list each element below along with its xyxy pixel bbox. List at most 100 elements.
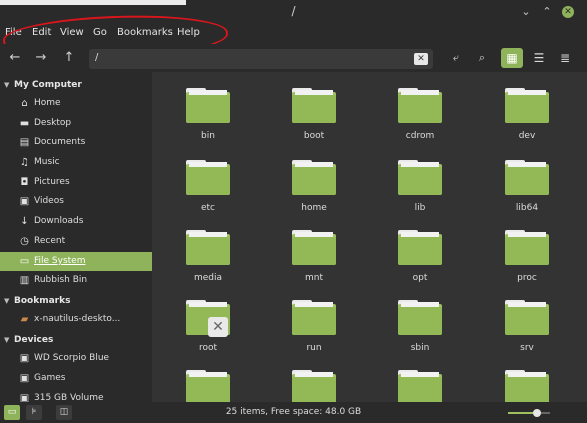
folder-item[interactable]: lib64 (497, 148, 557, 213)
folder-name: boot (303, 131, 325, 141)
folder-icon (505, 300, 549, 335)
folder-icon (186, 230, 230, 265)
sidebar-item-label: Music (34, 157, 60, 167)
window-title: / (291, 4, 296, 18)
trash-icon: ▥ (19, 275, 30, 286)
icon-view-icon[interactable]: ▦ (501, 48, 523, 68)
minimize-icon[interactable]: ⌄ (520, 6, 532, 18)
folder-item[interactable]: cdrom (390, 76, 450, 141)
folder-icon (292, 370, 336, 402)
folder-item[interactable] (284, 358, 344, 402)
section-my-computer[interactable]: ▼ My Computer (4, 80, 82, 90)
folder-item[interactable]: run (284, 288, 344, 353)
close-badge-icon[interactable]: ✕ (208, 317, 228, 337)
folder-name: bin (201, 131, 215, 141)
file-system-icon: ▭ (19, 256, 30, 267)
folder-name: dev (518, 131, 536, 141)
sidebar-item-music[interactable]: ♫ Music (0, 153, 152, 172)
sidebar-item-label: WD Scorpio Blue (34, 353, 110, 363)
folder-item[interactable] (390, 358, 450, 402)
sidebar-item-videos[interactable]: ▣ Videos (0, 192, 152, 211)
folder-icon-flap (505, 167, 549, 195)
folder-icon (186, 160, 230, 195)
folder-icon-flap (398, 95, 442, 123)
videos-icon: ▣ (19, 196, 30, 207)
section-bookmarks[interactable]: ▼ Bookmarks (4, 296, 70, 306)
sidebar-item-wd-scorpio-blue[interactable]: ▣ WD Scorpio Blue (0, 349, 152, 368)
folder-name: run (306, 343, 322, 353)
sidebar-item-file-system[interactable]: ▭ File System (0, 252, 152, 271)
home-icon: ⌂ (21, 98, 28, 109)
compact-view-icon[interactable]: ≣ (554, 48, 576, 68)
folder-icon-flap (292, 95, 336, 123)
folder-item[interactable]: proc (497, 218, 557, 283)
folder-item[interactable]: boot (284, 76, 344, 141)
forward-icon[interactable]: → (32, 50, 50, 66)
folder-name: srv (520, 343, 534, 353)
zoom-slider[interactable] (508, 409, 550, 417)
folder-icon (292, 88, 336, 123)
maximize-icon[interactable]: ⌃ (541, 6, 553, 18)
expand-arrow-icon: ▼ (4, 336, 10, 344)
folder-icon (505, 230, 549, 265)
up-icon[interactable]: ↑ (60, 50, 78, 66)
location-bar[interactable]: / ✕ (89, 49, 433, 69)
recent-icon: ◷ (20, 236, 29, 247)
sidebar-item-rubbish-bin[interactable]: ▥ Rubbish Bin (0, 271, 152, 290)
desktop-icon: ▬ (19, 118, 30, 129)
folder-icon-flap (505, 377, 549, 402)
sidebar-item-home[interactable]: ⌂ Home (0, 94, 152, 113)
clear-icon[interactable]: ✕ (414, 53, 428, 65)
status-text: 25 items, Free space: 48.0 GB (225, 407, 362, 417)
pictures-icon: ◘ (20, 177, 29, 188)
folder-icon-flap (505, 307, 549, 335)
sidebar-item-desktop[interactable]: ▬ Desktop (0, 114, 152, 133)
folder-item[interactable] (497, 358, 557, 402)
back-icon[interactable]: ← (6, 50, 24, 66)
folder-name: sbin (410, 343, 430, 353)
sidebar-item-315gb-volume[interactable]: ▣ 315 GB Volume (0, 389, 152, 402)
sidebar-item-games[interactable]: ▣ Games (0, 369, 152, 388)
folder-icon-flap (505, 95, 549, 123)
section-devices[interactable]: ▼ Devices (4, 335, 53, 345)
folder-icon-flap (292, 167, 336, 195)
folder-icon (292, 230, 336, 265)
folder-icon-flap (186, 167, 230, 195)
folder-icon (292, 160, 336, 195)
sidebar-item-label: File System (34, 256, 86, 266)
expand-arrow-icon: ▼ (4, 81, 10, 89)
folder-icon (505, 88, 549, 123)
folder-name: root (198, 343, 218, 353)
folder-item[interactable]: dev (497, 76, 557, 141)
drive-icon: ▣ (19, 393, 30, 402)
close-icon[interactable]: ✕ (562, 6, 574, 18)
search-icon[interactable]: ⌕ (473, 50, 491, 66)
folder-icon-flap (292, 307, 336, 335)
toggle-location-icon[interactable]: ⤶ (447, 50, 465, 66)
folder-item[interactable]: sbin (390, 288, 450, 353)
folder-item[interactable]: srv (497, 288, 557, 353)
folder-icon (292, 300, 336, 335)
list-view-icon[interactable]: ☰ (528, 48, 550, 68)
sidebar-item-label: Videos (34, 196, 64, 206)
folder-item[interactable]: etc (178, 148, 238, 213)
music-icon: ♫ (20, 157, 29, 168)
sidebar-item-label: Downloads (34, 216, 84, 226)
folder-item[interactable]: mnt (284, 218, 344, 283)
folder-name: mnt (305, 273, 323, 283)
folder-item[interactable]: bin (178, 76, 238, 141)
folder-name: proc (517, 273, 537, 283)
sidebar-item-bookmark[interactable]: ▰ x-nautilus-deskto... (0, 310, 152, 329)
sidebar-item-label: Pictures (34, 177, 70, 187)
folder-item[interactable] (178, 358, 238, 402)
sidebar-item-recent[interactable]: ◷ Recent (0, 232, 152, 251)
sidebar-item-documents[interactable]: ▤ Documents (0, 133, 152, 152)
folder-item[interactable]: home (284, 148, 344, 213)
sidebar-item-label: 315 GB Volume (34, 393, 104, 402)
folder-item[interactable]: lib (390, 148, 450, 213)
folder-icon-flap (186, 237, 230, 265)
sidebar-item-downloads[interactable]: ↓ Downloads (0, 212, 152, 231)
sidebar-item-pictures[interactable]: ◘ Pictures (0, 173, 152, 192)
folder-item[interactable]: media (178, 218, 238, 283)
folder-item[interactable]: opt (390, 218, 450, 283)
